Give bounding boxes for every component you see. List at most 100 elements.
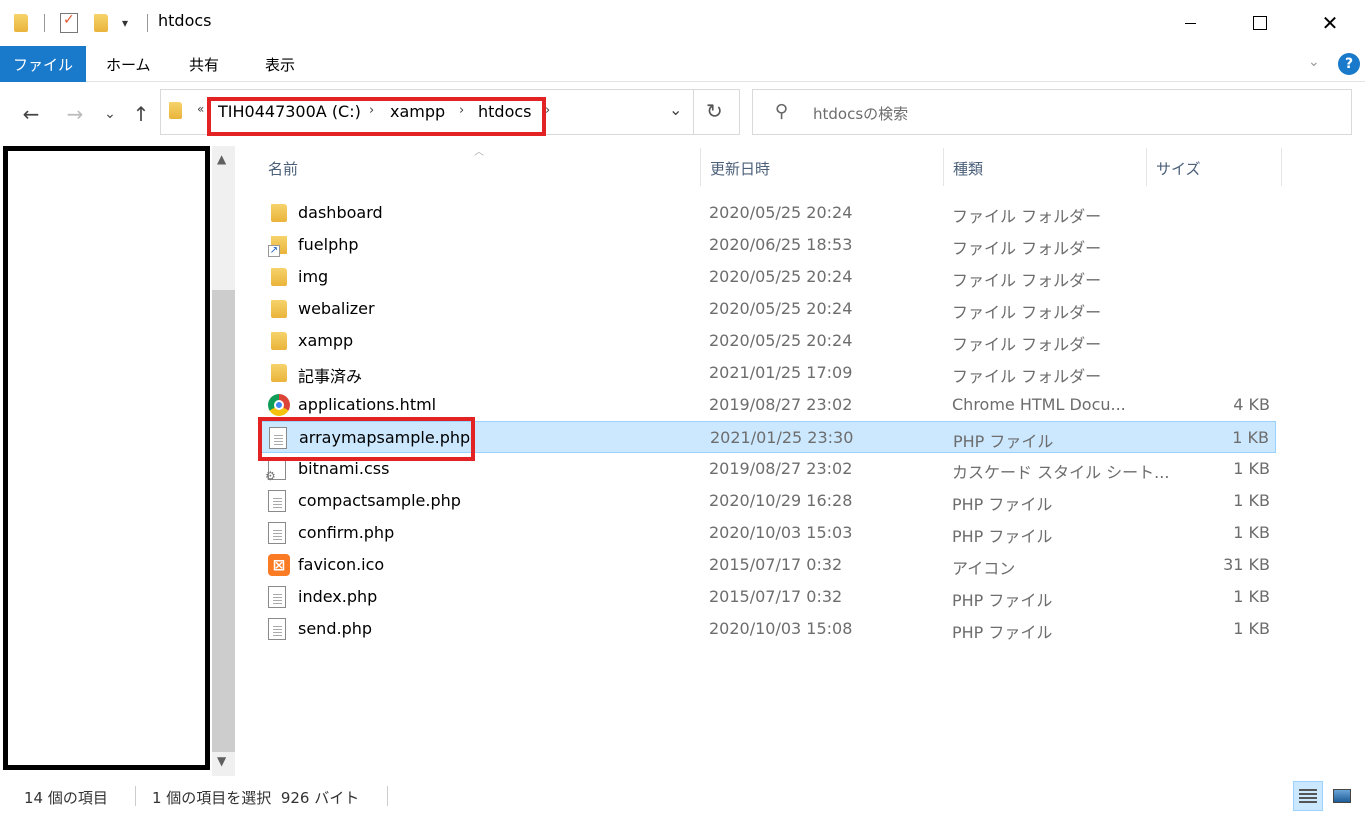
customize-toolbar-icon[interactable]: ▾ [122,12,128,34]
address-overflow-icon[interactable]: « [197,102,204,116]
file-row[interactable]: img 2020/05/25 20:24 ファイル フォルダー [260,261,1276,293]
file-row[interactable]: index.php 2015/07/17 0:32 PHP ファイル 1 KB [260,581,1276,613]
up-button[interactable]: ↑ [128,100,154,128]
folder-icon [268,330,290,352]
folder-icon [268,298,290,320]
maximize-button[interactable] [1225,0,1295,46]
file-size: 1 KB [1233,491,1270,510]
tab-share[interactable]: 共有 [189,46,219,82]
back-button[interactable]: ← [18,100,44,128]
minimize-button[interactable] [1155,0,1225,46]
file-row[interactable]: confirm.php 2020/10/03 15:03 PHP ファイル 1 KB [260,517,1276,549]
tab-file[interactable]: ファイル [0,46,86,82]
scroll-up-icon[interactable]: ▲ [217,152,226,166]
column-header-type[interactable]: 種類 [953,148,983,188]
search-placeholder[interactable]: htdocsの検索 [813,103,908,124]
file-row[interactable]: xampp 2020/05/25 20:24 ファイル フォルダー [260,325,1276,357]
file-row[interactable]: send.php 2020/10/03 15:08 PHP ファイル 1 KB [260,613,1276,645]
file-name: xampp [298,331,354,350]
scroll-down-icon[interactable]: ▼ [217,754,226,768]
address-separator [693,90,694,134]
file-type: ファイル フォルダー [952,239,1102,258]
file-row[interactable]: dashboard 2020/05/25 20:24 ファイル フォルダー [260,197,1276,229]
document-icon [268,586,290,608]
forward-button[interactable]: → [62,100,88,128]
file-row[interactable]: 記事済み 2021/01/25 17:09 ファイル フォルダー [260,357,1276,389]
navigation-pane-scrollbar[interactable]: ▲ ▼ [212,146,235,776]
file-name: fuelphp [298,235,359,254]
xampp-icon: ⊠ [268,554,290,576]
file-row[interactable]: ⊠ favicon.ico 2015/07/17 0:32 アイコン 31 KB [260,549,1276,581]
folder-icon [268,202,290,224]
file-size: 1 KB [1233,459,1270,478]
file-type: ファイル フォルダー [952,367,1102,386]
column-header-name[interactable]: 名前 [268,148,298,188]
file-name: applications.html [298,395,437,414]
css-file-icon [265,458,290,483]
file-name: send.php [298,619,373,638]
close-button[interactable]: ✕ [1295,0,1365,46]
document-icon [268,618,290,640]
file-date: 2020/06/25 18:53 [709,235,853,254]
window-title: htdocs [158,11,212,30]
file-size: 4 KB [1233,395,1270,414]
file-row[interactable]: fuelphp 2020/06/25 18:53 ファイル フォルダー [260,229,1276,261]
navigation-pane[interactable] [3,146,210,770]
help-icon[interactable]: ? [1338,53,1360,75]
document-icon [268,522,290,544]
minimize-icon [1184,22,1196,24]
refresh-icon[interactable]: ↻ [706,99,723,123]
address-dropdown-icon[interactable]: ⌄ [669,100,682,119]
tab-home[interactable]: ホーム [106,46,151,82]
details-view-icon [1299,789,1317,803]
file-name: index.php [298,587,378,606]
large-icons-view-button[interactable] [1327,781,1357,811]
ribbon: ファイル ホーム 共有 表示 ⌄ ? [0,46,1365,82]
file-name: 記事済み [298,367,363,386]
status-item-count: 14 個の項目 [24,789,108,807]
file-type: ファイル フォルダー [952,303,1102,322]
column-divider[interactable] [1281,148,1282,186]
details-view-button[interactable] [1293,781,1323,811]
file-date: 2020/10/29 16:28 [709,491,853,510]
file-date: 2021/01/25 17:09 [709,363,853,382]
scroll-thumb[interactable] [212,290,235,752]
recent-locations-button[interactable]: ⌄ [100,100,120,128]
column-divider[interactable] [700,148,701,186]
column-header-date[interactable]: 更新日時 [710,148,770,188]
file-name: img [298,267,329,286]
file-size: 1 KB [1233,619,1270,638]
file-type: Chrome HTML Docu... [952,395,1126,414]
search-box[interactable]: ⚲ htdocsの検索 [752,89,1352,135]
status-separator [135,786,136,806]
file-date: 2015/07/17 0:32 [709,587,843,606]
search-icon: ⚲ [775,101,789,122]
status-separator [387,786,388,806]
title-separator [44,14,45,32]
file-date: 2020/05/25 20:24 [709,267,853,286]
file-size: 1 KB [1233,523,1270,542]
file-name: confirm.php [298,523,395,542]
quick-access-folder-icon[interactable] [14,12,28,34]
expand-ribbon-chevron-icon[interactable]: ⌄ [1308,54,1320,70]
file-type: ファイル フォルダー [952,207,1102,226]
file-row[interactable]: compactsample.php 2020/10/29 16:28 PHP ファイ… [260,485,1276,517]
file-name: dashboard [298,203,383,222]
folder-icon [268,266,290,288]
column-divider[interactable] [943,148,944,186]
new-folder-icon[interactable] [94,12,108,34]
column-divider[interactable] [1146,148,1147,186]
column-header-size[interactable]: サイズ [1156,148,1201,188]
file-date: 2019/08/27 23:02 [709,459,853,478]
status-bar: 14 個の項目 1 個の項目を選択 926 バイト [0,776,1365,814]
address-folder-icon [169,102,182,119]
tab-view[interactable]: 表示 [265,46,295,82]
title-bar: ✓ ▾ htdocs ✕ [0,0,1365,46]
file-row[interactable]: webalizer 2020/05/25 20:24 ファイル フォルダー [260,293,1276,325]
file-size: 1 KB [1232,428,1269,447]
file-type: カスケード スタイル シート... [952,463,1170,482]
file-size: 1 KB [1233,587,1270,606]
properties-icon[interactable]: ✓ [60,12,78,34]
large-icons-view-icon [1333,789,1351,803]
address-highlight-box [207,97,546,136]
